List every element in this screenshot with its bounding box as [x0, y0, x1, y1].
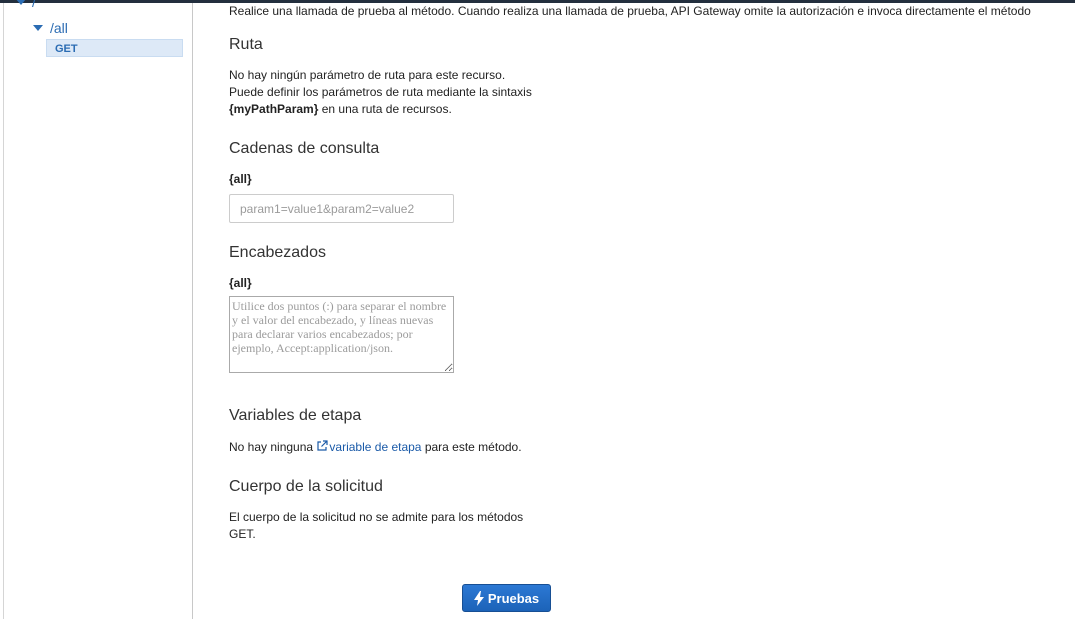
tree-method-get[interactable]: GET	[46, 39, 183, 57]
path-section-title: Ruta	[229, 36, 263, 53]
resource-tree-sidebar: / /all GET	[4, 0, 193, 619]
method-test-panel: Realice una llamada de prueba al método.…	[229, 0, 1075, 619]
request-body-text-1: El cuerpo de la solicitud no se admite p…	[229, 510, 524, 524]
request-body-text-2: GET.	[229, 527, 256, 541]
path-text-1: No hay ningún parámetro de ruta para est…	[229, 68, 506, 82]
headers-textarea[interactable]	[229, 296, 454, 373]
tree-resource-all[interactable]: /all	[33, 20, 68, 36]
request-body-section-title: Cuerpo de la solicitud	[229, 478, 383, 495]
stage-variables-section-title: Variables de etapa	[229, 407, 362, 424]
test-button-label[interactable]: Pruebas	[488, 591, 539, 606]
tree-root-node[interactable]: /	[16, 0, 36, 10]
path-text-2: Puede definir los parámetros de ruta med…	[229, 85, 532, 99]
tree-resource-label[interactable]: /all	[50, 20, 68, 36]
stage-variable-link[interactable]: variable de etapa	[316, 440, 421, 454]
stage-variable-link-label[interactable]: variable de etapa	[329, 440, 421, 454]
intro-text: Realice una llamada de prueba al método.…	[229, 4, 1031, 18]
headers-section-title: Encabezados	[229, 244, 326, 261]
query-section-title: Cadenas de consulta	[229, 140, 380, 157]
caret-down-icon[interactable]	[16, 0, 26, 5]
stage-variables-prefix: No hay ninguna	[229, 440, 317, 454]
stage-variables-suffix: para este método.	[421, 440, 522, 454]
query-string-input[interactable]	[229, 194, 454, 223]
path-text-3: {myPathParam} en una ruta de recursos.	[229, 102, 452, 116]
path-param-syntax: {myPathParam}	[229, 102, 319, 116]
headers-field-label: {all}	[229, 276, 252, 290]
external-link-icon	[317, 440, 329, 451]
path-text-3-rest: en una ruta de recursos.	[318, 102, 452, 116]
query-field-label: {all}	[229, 172, 252, 186]
test-button[interactable]: Pruebas	[462, 584, 551, 612]
caret-down-icon[interactable]	[33, 25, 43, 31]
tree-root-label[interactable]: /	[32, 0, 36, 10]
lightning-bolt-icon	[473, 590, 484, 606]
stage-variables-text: No hay ninguna variable de etapa para es…	[229, 440, 522, 454]
